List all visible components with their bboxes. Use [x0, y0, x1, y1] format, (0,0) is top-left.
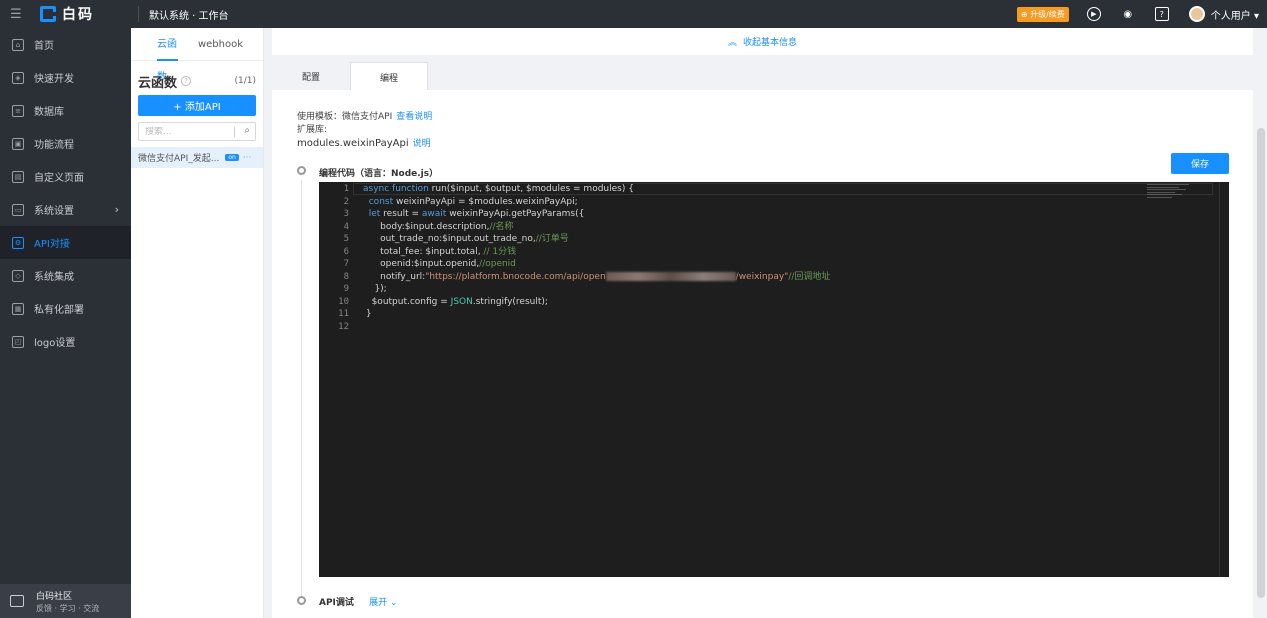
- template-info: 使用模板：微信支付API 查看说明 扩展库: modules.weixinPayA…: [297, 111, 432, 151]
- chevron-right-icon: ›: [114, 203, 119, 216]
- content-tabs: 配置 编程: [272, 62, 1253, 92]
- upgrade-badge[interactable]: ⊕ 升级/续费: [1016, 6, 1069, 22]
- logo[interactable]: 白码: [40, 4, 136, 24]
- home-icon: ⌂: [12, 38, 24, 51]
- sidebar-item-private-deploy[interactable]: ▦ 私有化部署: [0, 292, 131, 325]
- community-title: 白码社区: [36, 591, 73, 602]
- api-icon: ⚙: [12, 236, 24, 249]
- code-content: async function run($input, $output, $mod…: [363, 184, 831, 319]
- sidebar-item-home[interactable]: ⌂ 首页: [0, 28, 131, 61]
- code-section-label: 编程代码（语言：Node.js）: [319, 169, 439, 179]
- timeline-dot: [297, 166, 306, 175]
- sidebar-item-label: 快速开发: [34, 74, 74, 85]
- sidebar-item-custom-page[interactable]: ▤ 自定义页面: [0, 160, 131, 193]
- layers-icon: ◇: [12, 269, 24, 282]
- tab-cloud-function[interactable]: 云函数: [157, 28, 178, 83]
- sidebar-item-quick-dev[interactable]: ◈ 快速开发: [0, 61, 131, 94]
- help-icon[interactable]: ?: [1154, 7, 1169, 21]
- template-label: 使用模板：微信支付API: [297, 112, 393, 122]
- chat-icon: [10, 595, 24, 607]
- user-menu[interactable]: 个人用户 ▾: [1211, 7, 1259, 22]
- function-list-item[interactable]: 微信支付API_发起... on ···: [131, 147, 263, 168]
- sidebar-item-system-settings[interactable]: ▭ 系统设置 ›: [0, 193, 131, 226]
- redacted-segment: [605, 271, 736, 281]
- add-api-button[interactable]: + 添加API: [138, 95, 256, 116]
- search-icon[interactable]: ⌕: [244, 125, 250, 136]
- eye-icon[interactable]: ◉: [1121, 7, 1135, 21]
- search-input[interactable]: [145, 126, 233, 137]
- tab-config[interactable]: 配置: [272, 62, 350, 91]
- tab-programming[interactable]: 编程: [350, 62, 428, 92]
- monitor-icon: ▭: [12, 203, 24, 216]
- database-icon: ≡: [12, 104, 24, 117]
- upgrade-badge-label: 升级/续费: [1030, 9, 1065, 19]
- sidebar-item-label: 首页: [34, 41, 54, 52]
- tab-webhook[interactable]: webhook: [198, 28, 243, 61]
- function-panel: 云函数 webhook 云函数 ? (1/1) + 添加API ⌕ 微信支付AP…: [131, 28, 264, 618]
- status-badge: on: [225, 154, 239, 161]
- main-area: ︽ 收起基本信息 配置 编程 使用模板：微信支付API 查看说明 扩展库: mod…: [264, 28, 1267, 618]
- sidebar-item-label: 私有化部署: [34, 305, 84, 316]
- ext-label: 扩展库:: [297, 125, 328, 135]
- line-numbers: 1 2 3 4 5 6 7 8 9 10 11 12: [338, 184, 349, 332]
- view-docs-link[interactable]: 查看说明: [396, 112, 432, 122]
- sidebar-item-label: API对接: [34, 239, 70, 250]
- module-name: modules.weixinPayApi: [297, 138, 409, 149]
- divider: [138, 6, 139, 22]
- play-icon[interactable]: ▶: [1086, 7, 1101, 21]
- expand-toggle[interactable]: 展开 ⌄: [369, 598, 397, 608]
- avatar[interactable]: [1188, 6, 1205, 22]
- more-icon[interactable]: ···: [243, 153, 252, 163]
- function-tabs: 云函数 webhook: [131, 28, 263, 83]
- sidebar-item-label: 自定义页面: [34, 173, 84, 184]
- function-item-label: 微信支付API_发起...: [138, 154, 220, 164]
- sidebar: ⌂ 首页 ◈ 快速开发 ≡ 数据库 ▣ 功能流程 ▤ 自定义页面 ▭ 系统设置 › ⚙ API对…: [0, 28, 131, 618]
- sidebar-item-flow[interactable]: ▣ 功能流程: [0, 127, 131, 160]
- cube-icon: ◈: [12, 71, 24, 84]
- save-button[interactable]: 保存: [1171, 153, 1229, 174]
- page-scrollbar[interactable]: [1253, 28, 1267, 618]
- sidebar-item-api[interactable]: ⚙ API对接: [0, 226, 131, 259]
- divider: [234, 127, 235, 137]
- editor-scrollbar[interactable]: [1219, 182, 1229, 577]
- flow-icon: ▣: [12, 137, 24, 150]
- logo-mark-icon: [40, 6, 56, 22]
- community-subtitle: 反馈 · 学习 · 交流: [36, 603, 100, 613]
- chevron-down-icon: ⌄: [389, 598, 398, 608]
- sidebar-item-label: logo设置: [34, 338, 76, 349]
- search-box: ⌕: [138, 122, 256, 141]
- logo-icon: ◰: [12, 335, 24, 348]
- timeline-dot: [297, 596, 306, 605]
- sidebar-item-database[interactable]: ≡ 数据库: [0, 94, 131, 127]
- minimap[interactable]: [1147, 184, 1217, 199]
- collapse-info-button[interactable]: ︽ 收起基本信息: [272, 28, 1253, 55]
- sidebar-item-logo-settings[interactable]: ◰ logo设置: [0, 325, 131, 358]
- sidebar-item-label: 系统设置: [34, 206, 74, 217]
- function-header: 云函数 ? (1/1): [131, 61, 263, 91]
- user-name: 个人用户: [1210, 10, 1251, 22]
- brand-name: 白码: [62, 7, 94, 23]
- sidebar-item-label: 数据库: [34, 107, 64, 118]
- sidebar-item-label: 功能流程: [34, 140, 74, 151]
- deploy-icon: ▦: [12, 302, 24, 315]
- sidebar-item-integration[interactable]: ◇ 系统集成: [0, 259, 131, 292]
- code-editor[interactable]: 1 2 3 4 5 6 7 8 9 10 11 12 async function run($inpu…: [319, 182, 1229, 577]
- function-count: (1/1): [234, 76, 256, 86]
- api-debug-label: API调试: [319, 598, 354, 608]
- function-title: 云函数: [138, 75, 178, 91]
- community-link[interactable]: 白码社区 反馈 · 学习 · 交流: [0, 584, 131, 618]
- collapse-label: 收起基本信息: [743, 38, 798, 48]
- programming-panel: 使用模板：微信支付API 查看说明 扩展库: modules.weixinPayA…: [272, 90, 1253, 618]
- scroll-thumb[interactable]: [1257, 128, 1265, 598]
- menu-toggle-icon[interactable]: ☰: [10, 7, 34, 22]
- help-circle-icon[interactable]: ?: [181, 76, 192, 86]
- chevron-up-icon: ︽: [727, 38, 737, 48]
- module-docs-link[interactable]: 说明: [413, 139, 431, 149]
- page-icon: ▤: [12, 170, 24, 183]
- system-title: 默认系统 · 工作台: [149, 10, 229, 22]
- top-bar: ☰ 白码 默认系统 · 工作台 ⊕ 升级/续费 ▶ ◉ ? 个人用户 ▾: [0, 0, 1267, 28]
- sidebar-item-label: 系统集成: [34, 272, 74, 283]
- api-debug-section: API调试 展开 ⌄: [319, 595, 398, 608]
- timeline-line: [301, 180, 302, 600]
